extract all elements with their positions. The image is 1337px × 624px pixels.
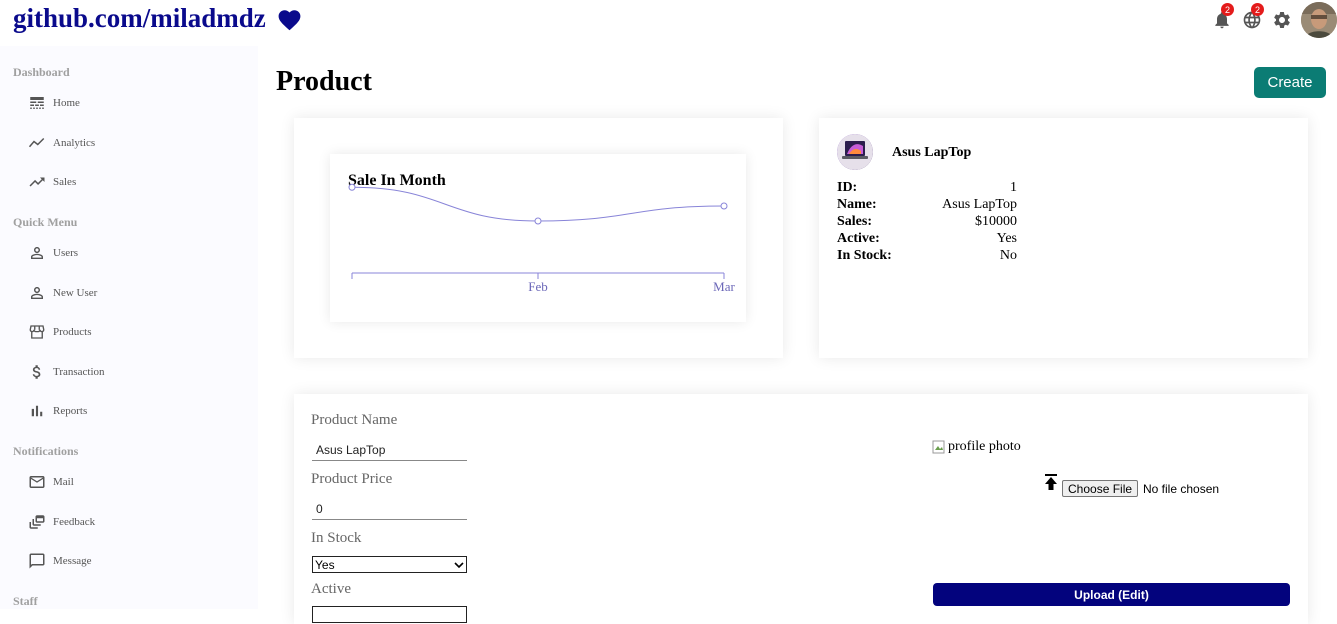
sidebar-item-label: Transaction — [53, 366, 105, 378]
data-point[interactable] — [720, 202, 728, 210]
sidebar-section-notifications: Notifications — [13, 444, 79, 458]
info-row-name: Name: Asus LapTop — [837, 197, 1017, 213]
info-value: 1 — [1010, 180, 1017, 195]
broken-image-icon — [932, 440, 945, 454]
choose-file-button[interactable]: Choose File — [1062, 480, 1139, 497]
gear-icon — [1274, 12, 1290, 28]
create-button[interactable]: Create — [1254, 67, 1326, 98]
sidebar-item-label: Feedback — [53, 516, 96, 528]
person-outline-icon — [31, 247, 43, 259]
chevron-down-icon — [454, 561, 464, 568]
profile-photo-alt-text: profile photo — [948, 439, 1021, 454]
sidebar-item-label: Analytics — [53, 137, 96, 149]
page-title: Product — [276, 66, 372, 97]
top-icons: 2 2 — [1207, 0, 1337, 40]
avatar[interactable] — [1301, 2, 1337, 38]
sidebar-item-home[interactable]: Home — [28, 92, 80, 114]
chart-panel: Sale In Month Feb Mar — [330, 154, 746, 322]
sales-line-chart: Feb Mar — [348, 183, 735, 294]
sidebar-item-new-user[interactable]: New User — [28, 282, 97, 304]
info-value: Asus LapTop — [942, 197, 1017, 212]
info-key: In Stock: — [837, 248, 892, 263]
info-row-sales: Sales: $10000 — [837, 214, 1017, 230]
product-name-title: Asus LapTop — [892, 145, 972, 160]
mail-icon — [29, 476, 45, 488]
info-row-in-stock: In Stock: No — [837, 248, 1017, 264]
file-status: No file chosen — [1143, 482, 1220, 496]
heart-icon — [278, 9, 301, 30]
brand-text: github.com/miladmdz — [13, 3, 266, 33]
data-point[interactable] — [534, 217, 542, 225]
dollar-icon — [32, 365, 41, 379]
bar-chart-icon — [31, 405, 43, 417]
sidebar-item-reports[interactable]: Reports — [28, 400, 87, 422]
product-image — [837, 134, 873, 170]
sidebar-item-products[interactable]: Products — [28, 321, 92, 343]
info-row-id: ID: 1 — [837, 180, 1017, 196]
sidebar-item-message[interactable]: Message — [28, 550, 92, 572]
product-price-input[interactable] — [312, 498, 467, 520]
sidebar-item-sales[interactable]: Sales — [28, 171, 76, 193]
sidebar-item-label: Sales — [53, 176, 77, 188]
in-stock-selected: Yes — [315, 557, 335, 572]
notifications-button[interactable]: 2 — [1207, 3, 1237, 35]
active-label: Active — [311, 581, 351, 597]
trending-up-icon — [29, 177, 45, 187]
sidebar-section-quick-menu: Quick Menu — [13, 215, 78, 229]
sidebar-item-label: Products — [53, 326, 92, 338]
person-outline-icon — [31, 287, 43, 299]
sidebar: Dashboard Home Analytics Sales Quick Men… — [0, 46, 258, 609]
sidebar-item-label: New User — [53, 287, 98, 299]
timeline-icon — [28, 137, 45, 148]
product-edit-form: Product Name Product Price In Stock Yes … — [294, 394, 1308, 624]
settings-button[interactable] — [1267, 5, 1297, 35]
info-value: Yes — [996, 231, 1017, 246]
sidebar-item-label: Reports — [53, 405, 88, 417]
laptop-image — [837, 134, 873, 170]
brand[interactable]: github.com/miladmdz — [13, 3, 303, 34]
line-style-icon — [30, 97, 44, 109]
upload-icon[interactable] — [1044, 474, 1058, 492]
language-badge: 2 — [1251, 3, 1264, 16]
storefront-icon — [29, 325, 45, 339]
chat-bubble-icon — [29, 553, 45, 569]
in-stock-select[interactable]: Yes — [312, 556, 467, 573]
sidebar-item-users[interactable]: Users — [28, 242, 78, 264]
data-point[interactable] — [348, 183, 356, 191]
info-value: No — [999, 248, 1017, 263]
info-key: ID: — [837, 180, 858, 195]
x-tick-label: Feb — [528, 279, 548, 294]
sidebar-item-feedback[interactable]: Feedback — [28, 511, 95, 533]
chart-card: Sale In Month Feb Mar — [294, 118, 783, 358]
info-row-active: Active: Yes — [837, 231, 1017, 247]
info-key: Active: — [837, 231, 880, 246]
sidebar-item-label: Home — [53, 97, 80, 109]
sidebar-item-label: Users — [53, 247, 79, 259]
top-bar: github.com/miladmdz 2 2 — [0, 0, 1337, 46]
product-price-label: Product Price — [311, 471, 393, 487]
sidebar-item-transaction[interactable]: Transaction — [28, 361, 105, 383]
notifications-badge: 2 — [1221, 3, 1234, 16]
avatar-image — [1301, 2, 1337, 38]
in-stock-label: In Stock — [311, 530, 362, 546]
sidebar-section-dashboard: Dashboard — [13, 65, 70, 79]
info-value: $10000 — [975, 214, 1017, 229]
product-name-label: Product Name — [311, 412, 398, 428]
sidebar-section-staff: Staff — [13, 594, 38, 608]
upload-edit-button[interactable]: Upload (Edit) — [933, 583, 1290, 606]
info-key: Name: — [837, 197, 877, 212]
dynamic-feed-icon — [29, 515, 45, 529]
product-name-input[interactable] — [312, 439, 467, 461]
language-button[interactable]: 2 — [1237, 3, 1267, 35]
info-key: Sales: — [837, 214, 872, 229]
sidebar-item-label: Message — [53, 555, 92, 567]
sidebar-item-label: Mail — [53, 476, 74, 488]
sidebar-item-mail[interactable]: Mail — [28, 471, 74, 493]
series-line — [351, 186, 725, 222]
product-info-card: Asus LapTop ID: 1 Name: Asus LapTop Sale… — [819, 118, 1308, 358]
profile-photo: profile photo — [932, 439, 1021, 455]
x-tick-label: Mar — [713, 279, 735, 294]
sidebar-item-analytics[interactable]: Analytics — [28, 132, 95, 154]
